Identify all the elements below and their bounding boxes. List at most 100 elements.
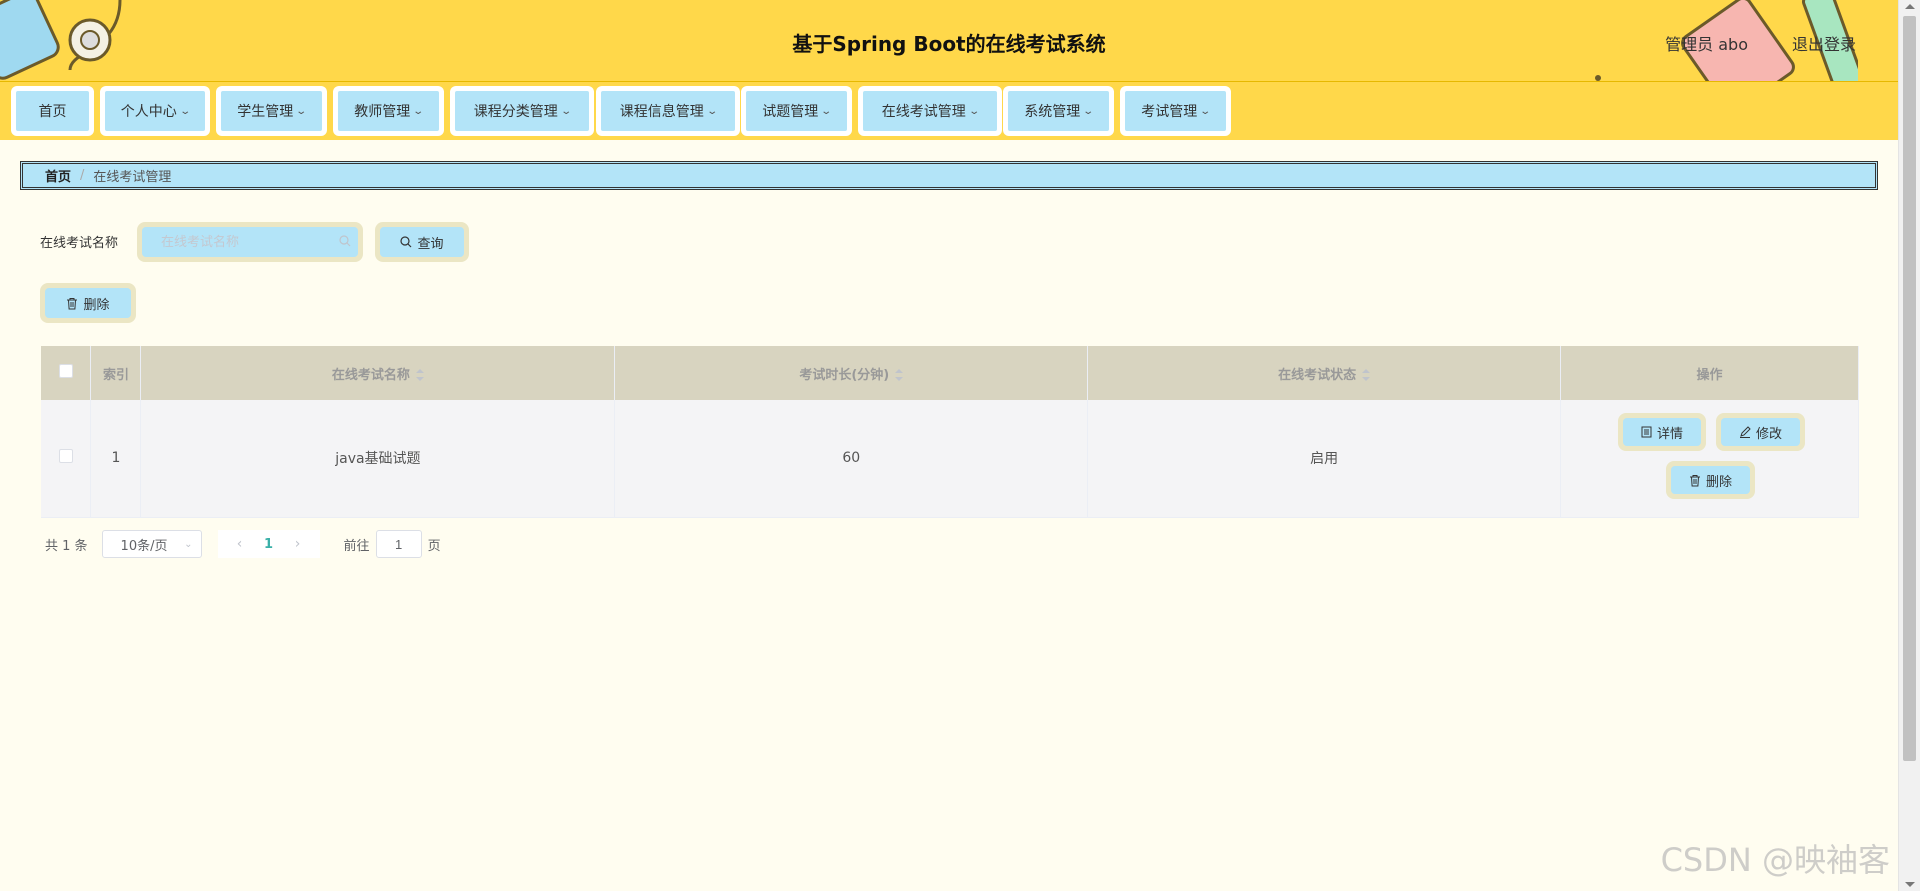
nav-item-label: 试题管理 <box>762 104 819 120</box>
nav-item-course-info[interactable]: 课程信息管理 ⌄ <box>596 86 740 136</box>
search-icon <box>339 235 351 247</box>
nav-item-questions[interactable]: 试题管理 ⌄ <box>741 86 852 136</box>
detail-button[interactable]: 详情 <box>1623 418 1702 446</box>
app-title: 基于Spring Boot的在线考试系统 <box>792 32 1106 56</box>
nav-item-students[interactable]: 学生管理 ⌄ <box>216 86 327 136</box>
page-size-select[interactable]: 10条/页 ⌄ <box>101 530 202 558</box>
column-header-index: 索引 <box>90 346 142 400</box>
sort-icon[interactable] <box>895 369 904 381</box>
row-index: 1 <box>90 400 142 518</box>
batch-delete-label: 删除 <box>83 297 110 313</box>
edit-button[interactable]: 修改 <box>1721 418 1801 446</box>
nav-item-online-exams[interactable]: 在线考试管理 ⌄ <box>858 86 1002 136</box>
column-header-actions: 操作 <box>1560 346 1859 400</box>
page-jump-input[interactable] <box>375 530 422 558</box>
nav-item-label: 学生管理 <box>237 104 294 120</box>
watermark: CSDN @映袖客 <box>1660 841 1890 879</box>
row-delete-button-wrapper: 删除 <box>1666 461 1756 499</box>
sort-icon[interactable] <box>1362 369 1371 381</box>
breadcrumb-separator: / <box>80 168 85 183</box>
column-header-label: 在线考试状态 <box>1278 367 1357 383</box>
top-nav: 首页 个人中心 ⌄ 学生管理 ⌄ 教师管理 ⌄ 课程分类管理 ⌄ 课程信息管理 ⌄ 试题管… <box>0 82 1898 140</box>
scroll-down-icon[interactable] <box>1905 882 1915 887</box>
search-input[interactable] <box>142 227 358 257</box>
column-header-label: 在线考试名称 <box>331 367 410 383</box>
search-field-wrapper <box>137 222 363 262</box>
pencil-icon <box>1740 426 1751 438</box>
chevron-down-icon: ⌄ <box>295 105 308 117</box>
trash-icon <box>1690 474 1701 486</box>
breadcrumb: 首页 / 在线考试管理 <box>20 161 1878 190</box>
logout-link[interactable]: 退出登录 <box>1792 31 1856 55</box>
row-exam-name: java基础试题 <box>140 400 616 518</box>
page-jump-suffix: 页 <box>427 538 441 554</box>
nav-item-label: 首页 <box>38 104 67 120</box>
nav-item-label: 课程分类管理 <box>473 104 558 120</box>
column-header-label: 索引 <box>102 367 129 383</box>
table-header-row: 索引 在线考试名称 考试时长(分钟) 在线考试状态 操作 <box>41 346 1859 400</box>
trash-icon <box>67 297 78 309</box>
pagination-total: 共 1 条 <box>45 538 88 554</box>
column-header-name[interactable]: 在线考试名称 <box>140 346 616 400</box>
page-jump: 前往 页 <box>344 530 441 558</box>
chevron-down-icon: ⌄ <box>706 105 718 117</box>
page-jump-prefix: 前往 <box>343 538 370 554</box>
chevron-down-icon: ⌄ <box>820 105 833 117</box>
search-label: 在线考试名称 <box>40 236 119 251</box>
detail-button-label: 详情 <box>1657 426 1684 442</box>
row-checkbox[interactable] <box>58 449 73 464</box>
column-header-label: 考试时长(分钟) <box>799 367 890 383</box>
next-page-icon[interactable]: › <box>284 536 312 552</box>
query-button-label: 查询 <box>417 236 444 252</box>
batch-delete-wrapper: 删除 <box>40 283 136 323</box>
row-delete-button[interactable]: 删除 <box>1671 466 1751 494</box>
query-button-wrapper: 查询 <box>375 222 469 262</box>
scrollbar-thumb[interactable] <box>1903 16 1916 761</box>
column-header-status[interactable]: 在线考试状态 <box>1087 346 1562 400</box>
breadcrumb-current: 在线考试管理 <box>93 170 172 185</box>
vertical-scrollbar[interactable] <box>1898 0 1920 891</box>
chevron-down-icon: ⌄ <box>1082 105 1095 117</box>
edit-button-label: 修改 <box>1756 426 1783 442</box>
nav-item-label: 在线考试管理 <box>881 104 966 120</box>
nav-item-home[interactable]: 首页 <box>11 86 94 136</box>
nav-item-course-categories[interactable]: 课程分类管理 ⌄ <box>450 86 594 136</box>
chevron-down-icon: ⌄ <box>1199 105 1212 117</box>
nav-item-label: 课程信息管理 <box>619 104 704 120</box>
row-status: 启用 <box>1087 400 1562 518</box>
nav-item-system[interactable]: 系统管理 ⌄ <box>1003 86 1114 136</box>
page-number-current[interactable]: 1 <box>254 537 284 552</box>
prev-page-icon[interactable]: ‹ <box>226 536 254 552</box>
header: 基于Spring Boot的在线考试系统 管理员 abo 退出登录 <box>0 0 1898 82</box>
nav-item-label: 系统管理 <box>1024 104 1081 120</box>
chevron-down-icon: ⌄ <box>184 538 193 550</box>
page-buttons: ‹ 1 › <box>217 530 320 558</box>
batch-delete-button[interactable]: 删除 <box>45 288 131 318</box>
nav-item-label: 考试管理 <box>1141 104 1198 120</box>
search-icon <box>400 236 412 248</box>
document-icon <box>1641 426 1652 438</box>
row-actions: 详情 修改 删除 <box>1560 400 1859 518</box>
select-all-cell <box>41 346 92 400</box>
nav-item-profile[interactable]: 个人中心 ⌄ <box>100 86 210 136</box>
query-button[interactable]: 查询 <box>380 227 464 257</box>
row-duration: 60 <box>614 400 1089 518</box>
nav-item-exams[interactable]: 考试管理 ⌄ <box>1120 86 1231 136</box>
page-size-value: 10条/页 <box>120 538 168 554</box>
nav-item-label: 教师管理 <box>354 104 411 120</box>
chevron-down-icon: ⌄ <box>179 105 191 117</box>
pagination: 共 1 条 10条/页 ⌄ ‹ 1 › 前往 页 <box>45 530 441 558</box>
chevron-down-icon: ⌄ <box>560 105 572 117</box>
select-all-checkbox[interactable] <box>58 364 73 378</box>
column-header-duration[interactable]: 考试时长(分钟) <box>614 346 1089 400</box>
row-delete-button-label: 删除 <box>1706 474 1733 490</box>
scroll-up-icon[interactable] <box>1905 4 1915 9</box>
nav-item-label: 个人中心 <box>120 104 177 120</box>
current-user: 管理员 abo <box>1665 35 1748 54</box>
breadcrumb-home[interactable]: 首页 <box>45 166 71 185</box>
table-row: 1 java基础试题 60 启用 详情 修改 删除 <box>41 400 1859 518</box>
exam-table: 索引 在线考试名称 考试时长(分钟) 在线考试状态 操作 1 java基础试题 … <box>41 346 1859 518</box>
chevron-down-icon: ⌄ <box>412 105 425 117</box>
nav-item-teachers[interactable]: 教师管理 ⌄ <box>333 86 444 136</box>
sort-icon[interactable] <box>415 369 424 381</box>
